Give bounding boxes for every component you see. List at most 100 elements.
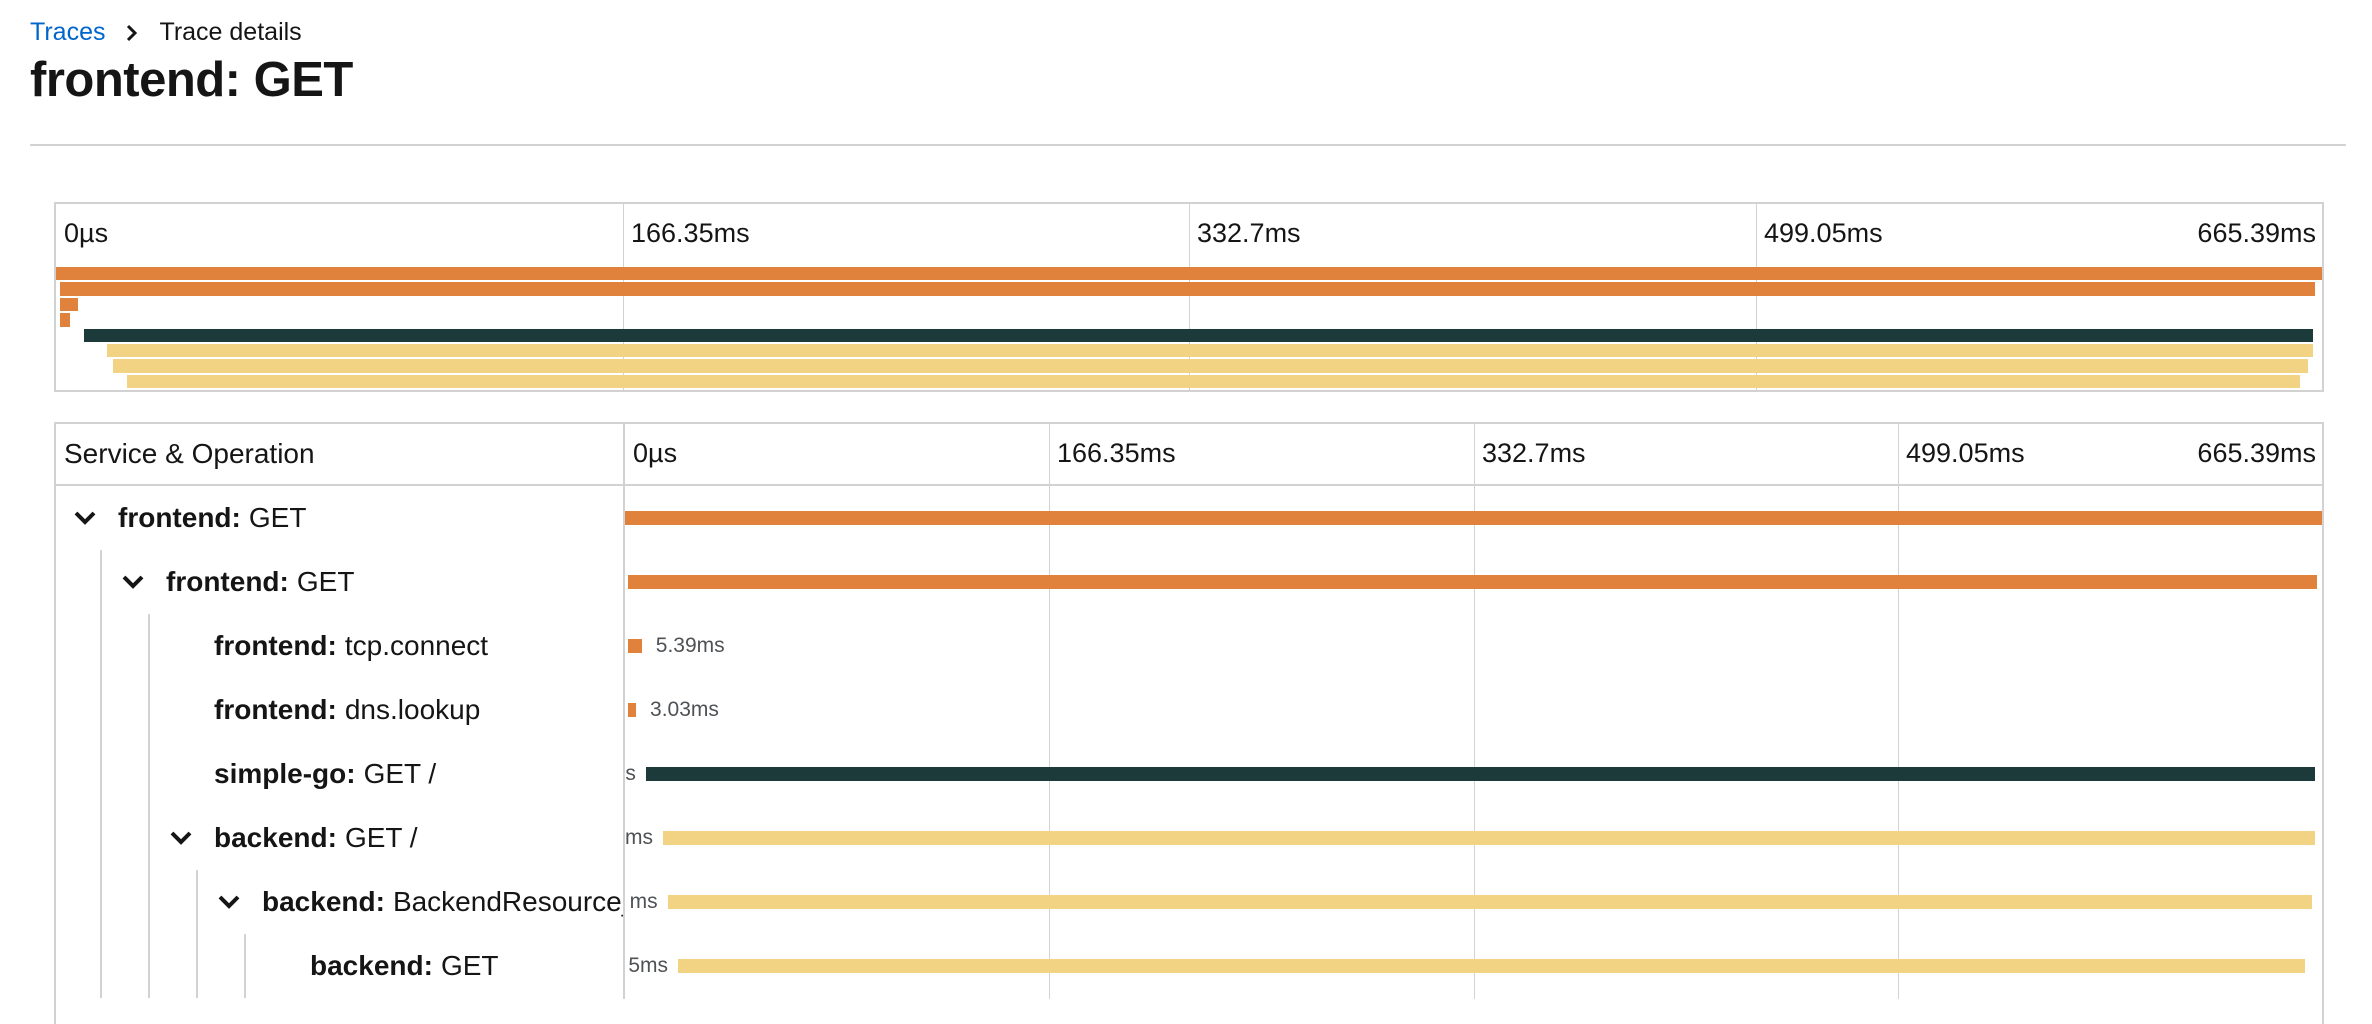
tree-guide-line (100, 934, 102, 998)
span-name-backend-backendresource-sayhello[interactable]: backend:BackendResource_SayHello (214, 870, 623, 934)
chevron-down-icon[interactable] (214, 887, 244, 917)
span-name-frontend-tcp-connect[interactable]: frontend: tcp.connect (214, 614, 488, 678)
tree-guide-line (100, 806, 102, 870)
span-row: frontend: GET (56, 550, 623, 614)
timeline-area: 0µs 166.35ms 332.7ms 499.05ms 665.39ms 5.39ms… (625, 424, 2322, 999)
timeline-tick-label: 665.39ms (2197, 438, 2316, 468)
minimap-tick-label: 166.35ms (631, 218, 750, 248)
span-service-name: simple-go: (214, 758, 356, 789)
tree-guide-line (148, 806, 150, 870)
span-operation-name: GET / (363, 758, 437, 789)
tree-guide-line (148, 870, 150, 934)
span-timeline-row: ms (625, 870, 2322, 934)
minimap-axis: 0µs 166.35ms 332.7ms 499.05ms 665.39ms (56, 204, 2322, 267)
tree-guide-line (148, 614, 150, 678)
span-name-column: frontend: GET frontend: GET frontend: tcp.con… (56, 424, 623, 999)
span-row: backend: GET / (56, 806, 623, 870)
span-operation-name: GET (440, 950, 499, 981)
tree-guide-line (244, 934, 246, 998)
span-service-name: backend: (262, 886, 385, 917)
minimap-span-bar (112, 359, 2309, 373)
span-timeline-row: s (625, 742, 2322, 806)
page-title: frontend: GET (30, 53, 353, 107)
breadcrumb-current: Trace details (159, 17, 302, 46)
minimap-span-bar (56, 267, 2322, 281)
span-name-backend-get[interactable]: backend: GET (310, 934, 499, 998)
breadcrumb: Traces Trace details (30, 14, 302, 50)
span-row: backend: GET (56, 934, 623, 998)
span-operation-name: GET / (344, 822, 418, 853)
span-timeline-row (625, 550, 2322, 614)
span-duration-label: ms (629, 890, 658, 913)
span-bar[interactable] (628, 639, 642, 653)
span-name-frontend-dns-lookup[interactable]: frontend: dns.lookup (214, 678, 480, 742)
span-service-name: frontend: (214, 694, 337, 725)
span-timeline-row: ms (625, 806, 2322, 870)
chevron-down-icon[interactable] (166, 823, 196, 853)
minimap-span-bar (60, 297, 79, 312)
minimap-span-bar (83, 328, 2313, 342)
span-row: frontend: GET (56, 486, 623, 550)
minimap-tick-label: 332.7ms (1197, 218, 1301, 248)
span-name-backend-get-[interactable]: backend: GET / (166, 806, 418, 870)
span-service-name: backend: (214, 822, 337, 853)
span-duration-label: ms (625, 826, 654, 849)
column-resizer[interactable] (623, 424, 625, 999)
span-duration-label: 3.03ms (650, 698, 719, 721)
minimap-span-bar (60, 313, 71, 327)
chevron-down-icon[interactable] (70, 503, 100, 533)
span-table: Service & Operation 0µs 166.35ms 332.7ms 49… (54, 422, 2324, 1024)
timeline-tick-label: 166.35ms (1057, 438, 1176, 468)
span-bar[interactable] (667, 895, 2312, 909)
breadcrumb-traces-link[interactable]: Traces (30, 18, 105, 47)
span-timeline-row: 5ms (625, 934, 2322, 998)
span-duration-label: s (625, 762, 636, 785)
timeline-tick-label: 499.05ms (1906, 438, 2025, 468)
span-timeline-row: 3.03ms (625, 678, 2322, 742)
span-row: simple-go: GET / (56, 742, 623, 806)
trace-minimap[interactable]: 0µs 166.35ms 332.7ms 499.05ms 665.39ms (54, 202, 2324, 392)
minimap-tick-label: 665.39ms (2197, 218, 2316, 248)
chevron-down-icon[interactable] (118, 567, 148, 597)
span-bar[interactable] (628, 575, 2317, 589)
span-timeline-row: 5.39ms (625, 614, 2322, 678)
timeline-tick-label: 0µs (633, 438, 678, 468)
header-divider (30, 144, 2346, 146)
tree-guide-line (148, 742, 150, 806)
span-operation-name: GET (248, 502, 307, 533)
span-name-frontend-get[interactable]: frontend: GET (70, 486, 306, 550)
span-row: backend:BackendResource_SayHello (56, 870, 623, 934)
span-operation-name: tcp.connect (344, 630, 489, 661)
chevron-right-icon (117, 18, 147, 47)
minimap-tick-label: 0µs (64, 218, 109, 248)
minimap-span-bar (126, 374, 2300, 388)
span-operation-name: BackendResource_SayHello (392, 886, 623, 917)
tree-guide-line (100, 614, 102, 678)
tree-guide-line (100, 870, 102, 934)
minimap-bars (56, 267, 2322, 390)
span-name-simple-go-get-[interactable]: simple-go: GET / (214, 742, 436, 806)
timeline-tick-label: 332.7ms (1482, 438, 1586, 468)
minimap-span-bar (106, 343, 2313, 358)
span-duration-label: 5.39ms (655, 634, 725, 657)
span-bar[interactable] (678, 959, 2306, 973)
tree-guide-line (148, 934, 150, 998)
tree-guide-line (196, 934, 198, 998)
span-row: frontend: dns.lookup (56, 678, 623, 742)
tree-guide-line (148, 678, 150, 742)
tree-guide-line (100, 550, 102, 614)
span-name-frontend-get[interactable]: frontend: GET (118, 550, 354, 614)
span-bar[interactable] (645, 767, 2316, 781)
span-timeline-row (625, 486, 2322, 550)
span-service-name: frontend: (166, 566, 289, 597)
span-service-name: frontend: (214, 630, 337, 661)
span-bar[interactable] (628, 703, 637, 717)
span-bar[interactable] (625, 511, 2322, 525)
minimap-span-bar (60, 282, 2316, 296)
tree-guide-line (100, 678, 102, 742)
span-service-name: backend: (310, 950, 433, 981)
minimap-tick-label: 499.05ms (1764, 218, 1883, 248)
span-bar[interactable] (663, 831, 2316, 845)
span-service-name: frontend: (118, 502, 241, 533)
span-operation-name: dns.lookup (344, 694, 481, 725)
